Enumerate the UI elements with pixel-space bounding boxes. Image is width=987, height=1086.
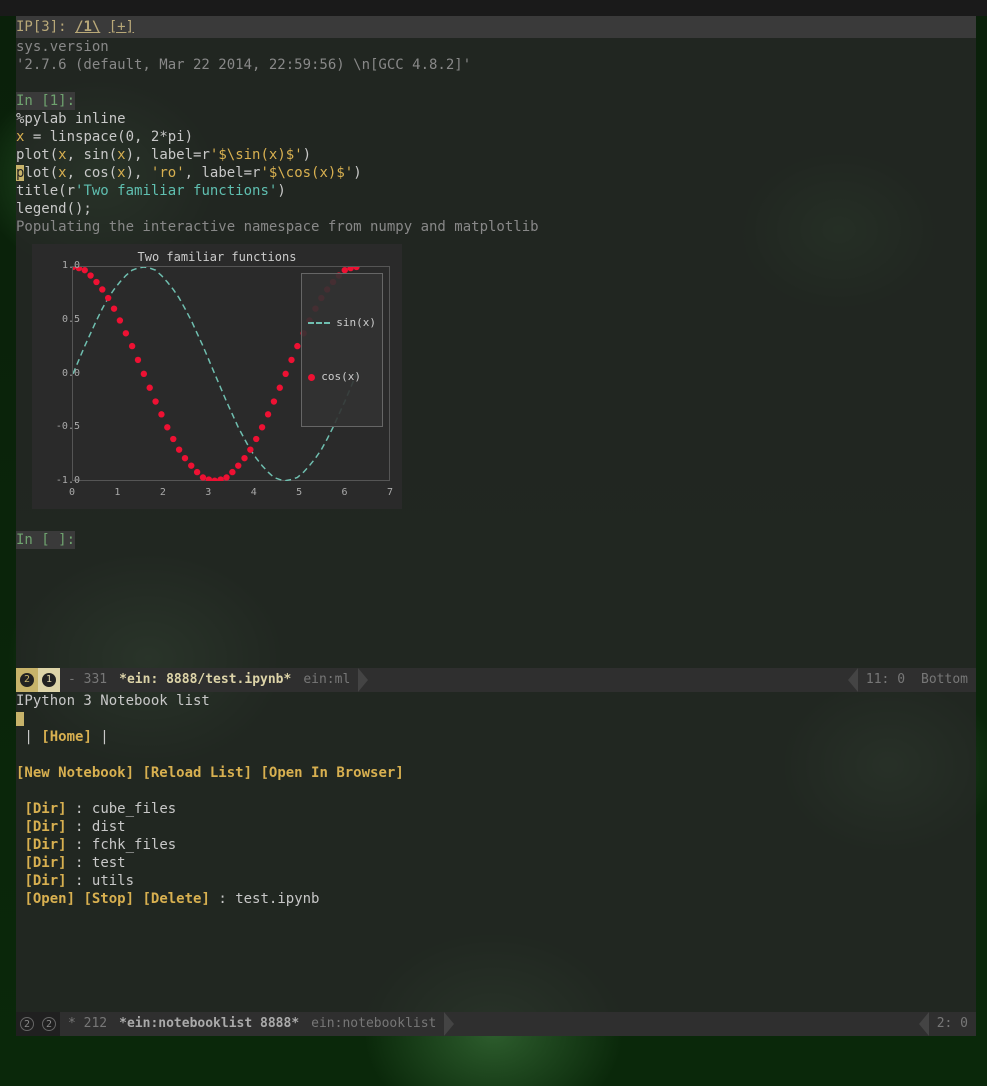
modeline-top: 2 1 - 331 *ein: 8888/test.ipynb* ein:ml … <box>16 668 976 692</box>
dir-button[interactable]: [Dir] <box>24 855 66 871</box>
fn-cos: , cos( <box>67 165 118 181</box>
legend-dot-icon <box>308 374 315 381</box>
delete-button[interactable]: [Delete] <box>142 891 209 907</box>
triangle-icon <box>848 668 858 692</box>
new-notebook-button[interactable]: [New Notebook] <box>16 765 134 781</box>
var-x: x <box>58 165 66 181</box>
var-x: x <box>117 147 125 163</box>
fn-plot: lot( <box>24 165 58 181</box>
legend-sin: sin(x) <box>336 314 376 332</box>
dir-button[interactable]: [Dir] <box>24 801 66 817</box>
badge-window-1: 1 <box>38 668 60 692</box>
open-in-browser-button[interactable]: [Open In Browser] <box>260 765 403 781</box>
legend-line-icon <box>308 322 330 324</box>
major-mode: ein:ml <box>295 668 358 692</box>
fn-plot: plot( <box>16 147 58 163</box>
buffer-name: *ein:notebooklist 8888* <box>115 1012 303 1036</box>
tab-new[interactable]: [+] <box>109 19 134 35</box>
fn-legend: legend(); <box>16 201 92 217</box>
modeline-bottom: 2 2 * 212 *ein:notebooklist 8888* ein:no… <box>16 1012 976 1036</box>
var-x: x <box>117 165 125 181</box>
triangle-icon <box>444 1012 454 1036</box>
tab-prefix: IP[3]: <box>16 19 75 35</box>
in-label-empty: In [ ]: <box>16 532 75 548</box>
dir-name: cube_files <box>92 801 176 817</box>
plot-legend: sin(x) cos(x) <box>301 273 383 427</box>
tab-active[interactable]: /1\ <box>75 19 100 35</box>
tab-bar: IP[3]: /1\ [+] <box>16 16 976 38</box>
stop-button[interactable]: [Stop] <box>83 891 134 907</box>
kw-label: ), label=r <box>126 147 210 163</box>
str-title: 'Two familiar functions' <box>75 183 277 199</box>
badge-window-2: 2 <box>16 668 38 692</box>
in-label: In [1]: <box>16 93 75 109</box>
cursor <box>16 712 24 726</box>
kw-label: , label=r <box>185 165 261 181</box>
plot-output: Two familiar functions sin(x) cos(x) -1.… <box>32 244 402 509</box>
paren: ) <box>303 147 311 163</box>
open-button[interactable]: [Open] <box>24 891 75 907</box>
dir-button[interactable]: [Dir] <box>24 873 66 889</box>
sep: ), <box>126 165 151 181</box>
fn-title: title(r <box>16 183 75 199</box>
reload-list-button[interactable]: [Reload List] <box>142 765 252 781</box>
str-sin: '$\sin(x)$' <box>210 147 303 163</box>
notebooklist-content[interactable]: IPython 3 Notebook list | [Home] | [New … <box>16 692 976 1012</box>
op: *pi) <box>159 129 193 145</box>
notebook-pane: IP[3]: /1\ [+] sys.version '2.7.6 (defau… <box>16 16 976 692</box>
plot-area: sin(x) cos(x) <box>72 266 390 481</box>
plot-title: Two familiar functions <box>32 248 402 266</box>
str-cos: '$\cos(x)$' <box>260 165 353 181</box>
dir-button[interactable]: [Dir] <box>24 837 66 853</box>
cursor-position: 2: 0 <box>929 1012 976 1036</box>
dir-button[interactable]: [Dir] <box>24 819 66 835</box>
notebooklist-pane: IPython 3 Notebook list | [Home] | [New … <box>16 692 976 1036</box>
cell0-output: '2.7.6 (default, Mar 22 2014, 22:59:56) … <box>16 57 471 73</box>
notebooklist-title: IPython 3 Notebook list <box>16 693 210 709</box>
fn-sin: , sin( <box>67 147 118 163</box>
op: = linspace( <box>24 129 125 145</box>
buffer-name: *ein: 8888/test.ipynb* <box>115 668 295 692</box>
str-ro: 'ro' <box>151 165 185 181</box>
triangle-icon <box>919 1012 929 1036</box>
sep: , <box>134 129 151 145</box>
dir-name: utils <box>92 873 134 889</box>
major-mode: ein:notebooklist <box>303 1012 444 1036</box>
cursor-position: 11: 0 <box>858 668 913 692</box>
var-x: x <box>58 147 66 163</box>
triangle-icon <box>358 668 368 692</box>
dir-name: dist <box>92 819 126 835</box>
dir-name: test <box>92 855 126 871</box>
paren: ) <box>353 165 361 181</box>
home-link[interactable]: [Home] <box>41 729 92 745</box>
cell1-header: In [1]: <box>16 92 75 110</box>
modeline-modified: - 331 <box>60 668 115 692</box>
badge-window-2: 2 <box>16 1012 38 1036</box>
badge-window-2b: 2 <box>38 1012 60 1036</box>
code-line: sys.version <box>16 39 109 55</box>
cell1-output: Populating the interactive namespace fro… <box>16 219 539 235</box>
notebook-content[interactable]: sys.version '2.7.6 (default, Mar 22 2014… <box>16 38 976 668</box>
file-name: test.ipynb <box>235 891 319 907</box>
num: 0 <box>126 129 134 145</box>
modeline-modified: * 212 <box>60 1012 115 1036</box>
code-l1: %pylab inline <box>16 111 126 127</box>
dir-name: fchk_files <box>92 837 176 853</box>
paren: ) <box>277 183 285 199</box>
legend-cos: cos(x) <box>321 368 361 386</box>
scroll-location: Bottom <box>913 668 976 692</box>
cell2-header: In [ ]: <box>16 531 75 549</box>
